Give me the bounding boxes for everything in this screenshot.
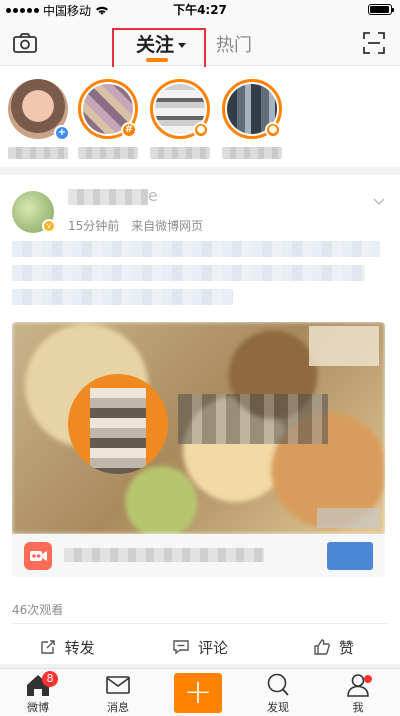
topic-badge-icon: # xyxy=(121,122,137,138)
tab-messages-label: 消息 xyxy=(107,701,129,714)
story-item[interactable]: ● xyxy=(222,79,282,159)
comment-icon xyxy=(173,640,189,655)
story-ring: ● xyxy=(222,79,282,139)
story-item[interactable]: ● xyxy=(150,79,210,159)
clock: 下午4:27 xyxy=(173,3,227,17)
feed-post: v e 15分钟前 来自微博网页 46次观看 xyxy=(0,183,400,628)
post-actions: 转发 评论 赞 xyxy=(0,630,400,664)
compose-button[interactable]: + xyxy=(174,673,222,713)
notification-dot xyxy=(364,675,372,683)
status-bar: 中国移动 下午4:27 xyxy=(0,0,400,20)
add-badge-icon: + xyxy=(54,125,70,141)
tab-hot[interactable]: 热门 xyxy=(216,31,252,57)
tab-messages[interactable]: 消息 xyxy=(88,671,148,715)
story-ring: ● xyxy=(150,79,210,139)
post-meta: 15分钟前 来自微博网页 xyxy=(68,217,211,234)
story-name xyxy=(222,147,282,159)
post-author-name-blurred[interactable] xyxy=(68,189,148,205)
chevron-down-icon[interactable] xyxy=(372,195,386,209)
story-item[interactable]: # xyxy=(78,79,138,159)
tab-me[interactable]: 我 xyxy=(328,671,388,715)
view-count: 46次观看 xyxy=(12,603,64,617)
story-item[interactable]: + xyxy=(8,79,70,159)
video-app-icon xyxy=(24,542,52,570)
battery-fill xyxy=(370,6,389,13)
repost-label: 转发 xyxy=(64,638,95,657)
story-ring: # xyxy=(78,79,138,139)
post-source: 来自微博网页 xyxy=(131,219,204,233)
tab-me-label: 我 xyxy=(352,701,364,714)
repost-button[interactable]: 转发 xyxy=(0,630,133,664)
search-icon xyxy=(267,673,289,696)
comment-button[interactable]: 评论 xyxy=(133,630,266,664)
battery-icon xyxy=(368,4,394,15)
media-footer-text-blurred xyxy=(64,548,264,562)
thumbs-up-icon xyxy=(314,639,330,655)
media-corner-tag xyxy=(309,326,379,366)
verified-badge-icon: v xyxy=(42,219,56,233)
tab-home[interactable]: 8 微博 xyxy=(8,671,68,715)
plus-icon: + xyxy=(183,671,213,712)
envelope-icon xyxy=(106,676,130,694)
story-name xyxy=(78,147,138,159)
story-name xyxy=(8,147,68,159)
unread-badge: 8 xyxy=(42,671,58,687)
divider xyxy=(12,623,388,624)
bottom-tabbar: 8 微博 消息 + 发现 我 xyxy=(0,668,400,716)
media-portrait-circle xyxy=(68,374,168,474)
media-bottom-tag xyxy=(317,508,379,528)
tab-discover[interactable]: 发现 xyxy=(248,671,308,715)
top-navbar: 关注 热门 xyxy=(0,20,400,107)
story-ring: + xyxy=(8,79,70,141)
scan-icon[interactable] xyxy=(362,31,386,55)
media-footer[interactable] xyxy=(12,534,385,577)
post-time: 15分钟前 xyxy=(68,219,120,233)
tab-discover-label: 发现 xyxy=(267,701,289,714)
repost-icon xyxy=(40,640,55,654)
media-portrait-blurred xyxy=(90,388,146,474)
media-action-button[interactable] xyxy=(327,542,373,570)
comment-label: 评论 xyxy=(197,638,228,657)
post-author-name-tail: e xyxy=(148,186,158,205)
media-title-blurred xyxy=(178,394,328,444)
blurred-line xyxy=(12,289,233,305)
fire-badge-icon: ● xyxy=(193,122,209,138)
story-row: + # ● ● xyxy=(0,67,400,175)
media-card[interactable] xyxy=(12,322,385,577)
camera-icon[interactable] xyxy=(12,31,38,55)
fire-badge-icon: ● xyxy=(265,122,281,138)
like-button[interactable]: 赞 xyxy=(267,630,400,664)
blurred-line xyxy=(12,265,366,281)
like-label: 赞 xyxy=(338,638,354,657)
post-text-blurred xyxy=(12,241,380,315)
story-name xyxy=(150,147,210,159)
blurred-line xyxy=(12,241,380,257)
tab-home-label: 微博 xyxy=(27,701,49,714)
